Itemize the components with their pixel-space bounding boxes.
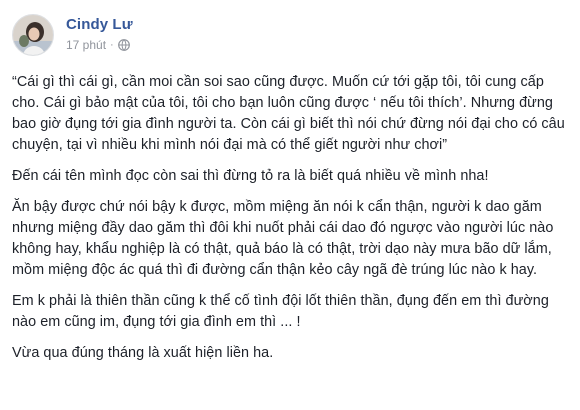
post-paragraph: Ăn bậy được chứ nói bậy k được, mồm miện… [12, 199, 554, 278]
avatar-image [13, 15, 53, 55]
post-header: Cindy Lư 17 phút · [12, 14, 133, 58]
post-paragraph: Vừa qua đúng tháng là xuất hiện liền ha. [12, 345, 274, 361]
post-paragraph: Đến cái tên mình đọc còn sai thì đừng tỏ… [12, 168, 489, 184]
globe-icon[interactable] [117, 39, 130, 51]
author-name[interactable]: Cindy Lư [66, 15, 133, 34]
post-meta: Cindy Lư 17 phút · [66, 15, 133, 53]
post-content: “Cái gì thì cái gì, cần moi cần soi sao … [12, 72, 568, 374]
avatar[interactable] [12, 14, 54, 56]
post-timestamp[interactable]: 17 phút [66, 37, 106, 53]
meta-separator: · [110, 39, 114, 51]
post-subline: 17 phút · [66, 37, 133, 53]
post-paragraph: “Cái gì thì cái gì, cần moi cần soi sao … [12, 74, 565, 153]
post-paragraph: Em k phải là thiên thần cũng k thể cố tì… [12, 293, 549, 330]
facebook-post: Cindy Lư 17 phút · “Cái gì thì cái gì, c… [0, 0, 580, 410]
